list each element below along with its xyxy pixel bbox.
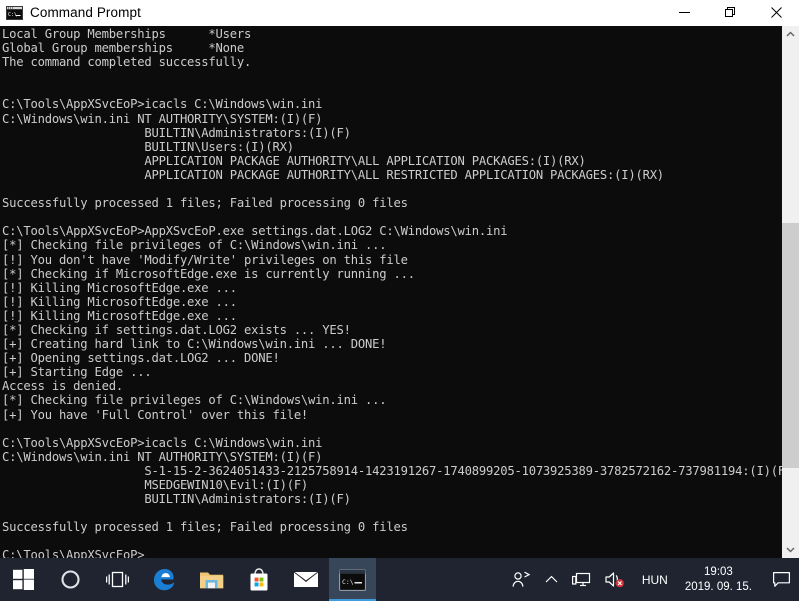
mail-button[interactable] xyxy=(282,558,329,601)
clock[interactable]: 19:03 2019. 09. 15. xyxy=(677,558,763,601)
command-prompt-button[interactable]: C:\ xyxy=(329,558,376,601)
scrollbar-thumb[interactable] xyxy=(782,223,799,468)
console-area: Local Group Memberships *Users Global Gr… xyxy=(0,26,799,558)
speaker-muted-icon[interactable] xyxy=(598,558,633,601)
taskbar-pinned-items: C:\ xyxy=(0,558,376,601)
language-indicator[interactable]: HUN xyxy=(633,558,677,601)
microsoft-store-button[interactable] xyxy=(235,558,282,601)
window-titlebar[interactable]: C:\ Command Prompt xyxy=(0,0,799,26)
desktop-screen: C:\ Command Prompt Local Group Membershi… xyxy=(0,0,799,601)
system-tray: HUN 19:03 2019. 09. 15. xyxy=(505,558,799,601)
minimize-button[interactable] xyxy=(661,0,707,25)
console-output[interactable]: Local Group Memberships *Users Global Gr… xyxy=(0,26,782,558)
edge-button[interactable] xyxy=(141,558,188,601)
scrollbar-track[interactable] xyxy=(782,43,799,541)
window-title: Command Prompt xyxy=(30,5,141,20)
svg-text:C:\: C:\ xyxy=(342,577,354,585)
vertical-scrollbar[interactable] xyxy=(782,26,799,558)
scroll-down-icon[interactable] xyxy=(782,541,799,558)
command-prompt-window: C:\ Command Prompt Local Group Membershi… xyxy=(0,0,799,558)
task-view-button[interactable] xyxy=(94,558,141,601)
close-button[interactable] xyxy=(753,0,799,25)
action-center-icon[interactable] xyxy=(763,558,799,601)
taskbar-spacer xyxy=(376,558,505,601)
scroll-up-icon[interactable] xyxy=(782,26,799,43)
taskbar: C:\ HUN 19:03 2019. 09. 15. xyxy=(0,558,799,601)
chevron-up-icon[interactable] xyxy=(538,558,565,601)
clock-time: 19:03 xyxy=(704,565,733,578)
clock-date: 2019. 09. 15. xyxy=(684,580,752,593)
restore-button[interactable] xyxy=(707,0,753,25)
start-button[interactable] xyxy=(0,558,47,601)
network-monitor-icon[interactable] xyxy=(565,558,598,601)
file-explorer-button[interactable] xyxy=(188,558,235,601)
people-icon[interactable] xyxy=(505,558,538,601)
console-icon: C:\ xyxy=(6,5,23,20)
cortana-button[interactable] xyxy=(47,558,94,601)
